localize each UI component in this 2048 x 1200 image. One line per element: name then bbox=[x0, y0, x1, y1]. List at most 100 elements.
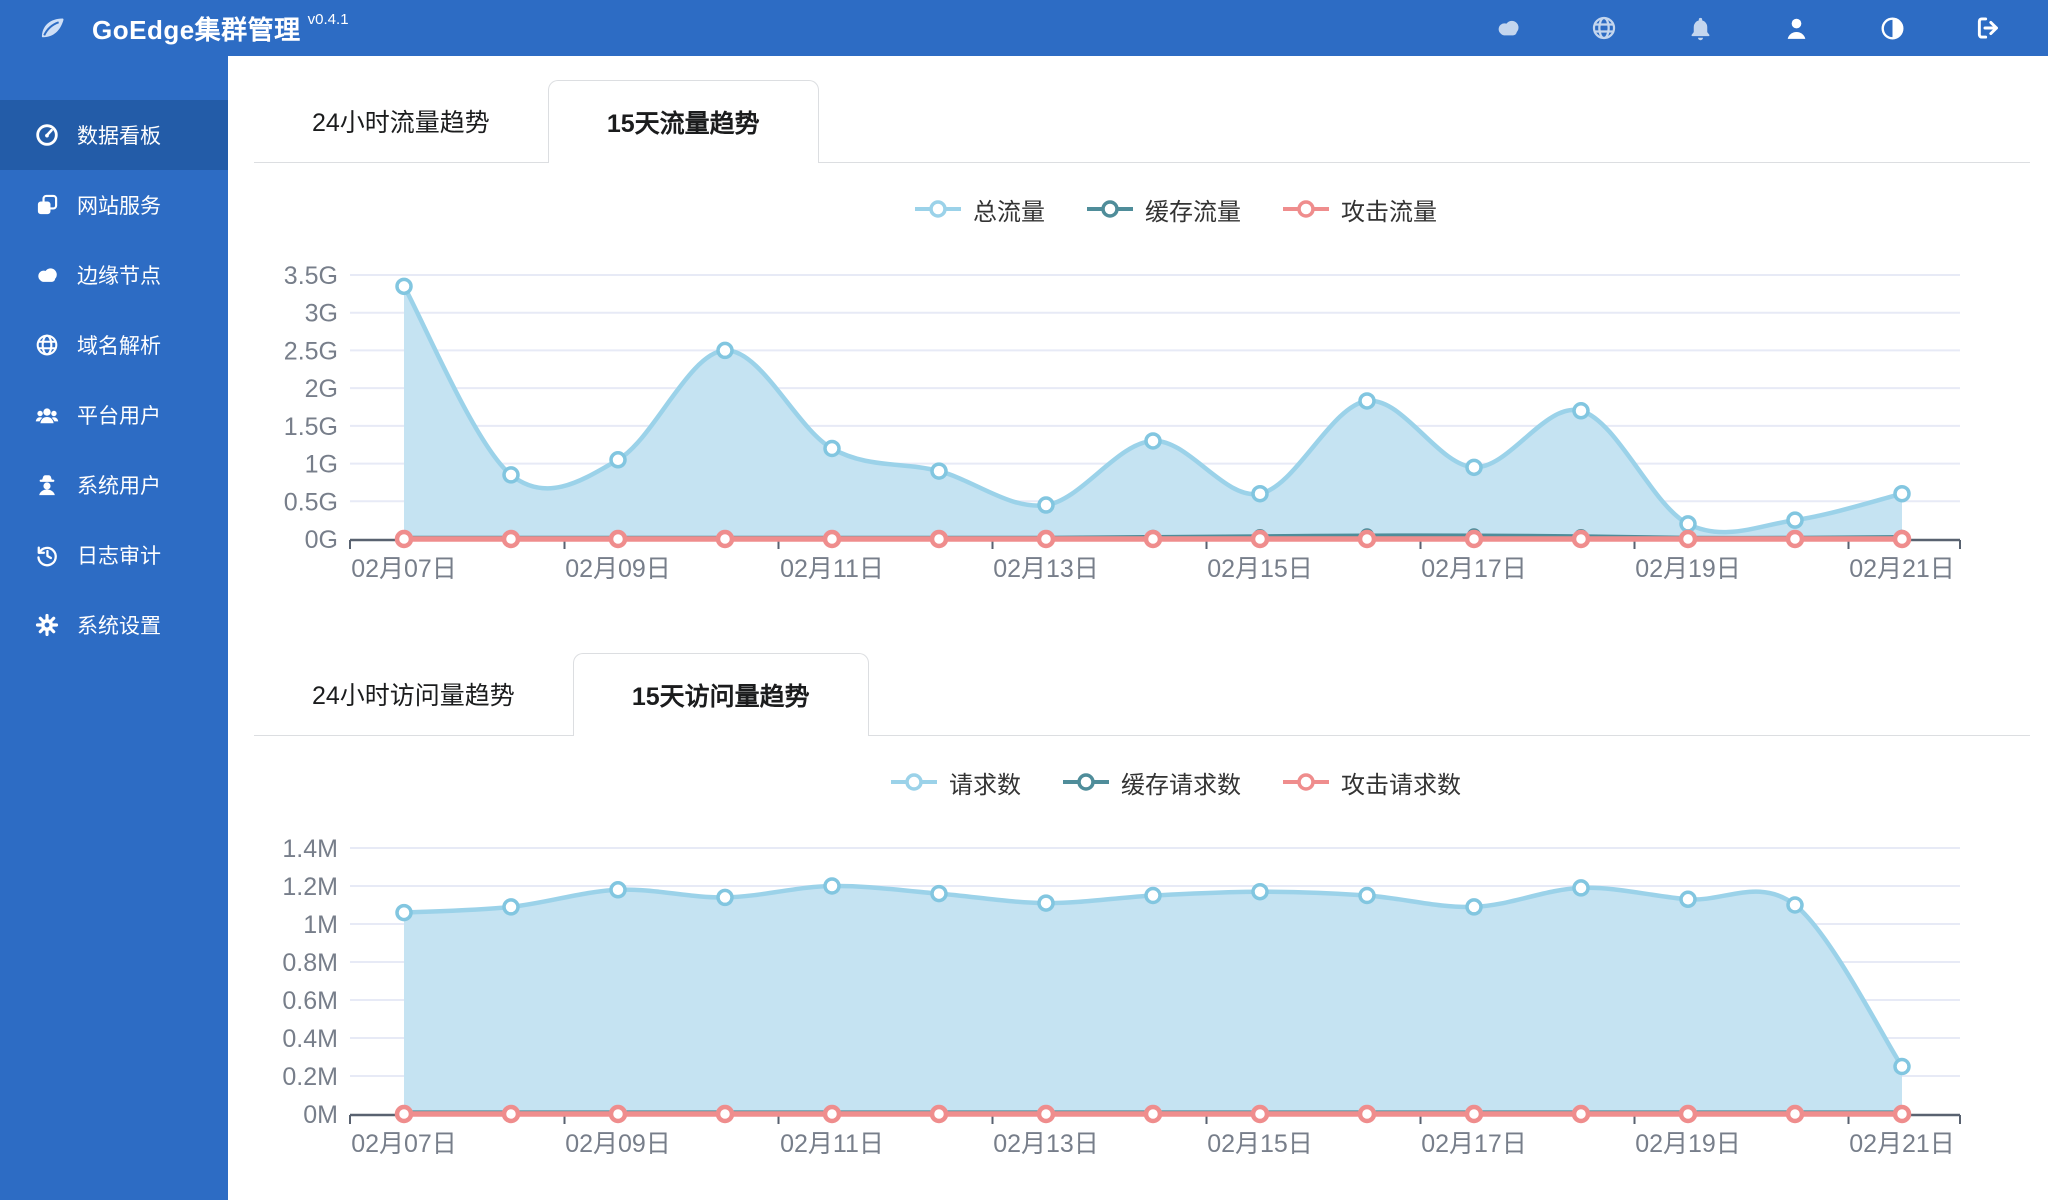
app-title: GoEdge集群管理 bbox=[92, 14, 301, 45]
x-axis-tick-label: 02月07日 bbox=[351, 1130, 457, 1158]
area-fill bbox=[404, 885, 1902, 1114]
sidebar-item-settings[interactable]: 系统设置 bbox=[0, 590, 228, 660]
admin-icon bbox=[34, 472, 60, 498]
sidebar-item-label: 系统用户 bbox=[77, 475, 161, 498]
legend-marker bbox=[1063, 773, 1109, 791]
x-axis-tick-label: 02月11日 bbox=[780, 555, 884, 583]
legend-item-缓存流量[interactable]: 缓存流量 bbox=[1087, 192, 1241, 227]
y-axis-tick-label: 0.4M bbox=[282, 1025, 338, 1053]
y-axis-tick-label: 1.2M bbox=[282, 873, 338, 901]
app-version: v0.4.1 bbox=[307, 10, 349, 28]
legend-marker bbox=[891, 773, 937, 791]
x-axis-tick-label: 02月21日 bbox=[1849, 1130, 1955, 1158]
settings-icon bbox=[34, 612, 60, 638]
sidebar-item-label: 数据看板 bbox=[77, 125, 161, 148]
app-header: GoEdge集群管理 v0.4.1 bbox=[0, 0, 2048, 56]
legend-label: 总流量 bbox=[973, 198, 1045, 226]
app-logo-leaf-icon bbox=[34, 11, 68, 45]
traffic-chart-legend: 总流量 缓存流量 攻击流量 bbox=[304, 189, 2048, 229]
sidebar-item-sites[interactable]: 网站服务 bbox=[0, 170, 228, 240]
sidebar-item-globe[interactable]: 域名解析 bbox=[0, 310, 228, 380]
legend-label: 请求数 bbox=[949, 771, 1021, 799]
main-content: 24小时流量趋势 15天流量趋势 总流量 缓存流量 攻击流量 0G 0.5G 1G 1.5G… bbox=[228, 56, 2048, 1170]
requests-trend-section: 24小时访问量趋势 15天访问量趋势 请求数 缓存请求数 攻击请求数 0M 0.2M 0.… bbox=[228, 653, 2048, 1170]
globe-icon[interactable] bbox=[1590, 14, 1618, 42]
y-axis-tick-label: 1.4M bbox=[282, 835, 338, 863]
traffic-area-chart: 0G 0.5G 1G 1.5G 2G 2.5G 3G 3.5G 02月07日 02月09日 02月1… bbox=[284, 262, 1961, 583]
x-axis-tick-label: 02月15日 bbox=[1207, 555, 1313, 583]
legend-item-缓存请求数[interactable]: 缓存请求数 bbox=[1063, 765, 1241, 800]
x-axis-tick-label: 02月09日 bbox=[565, 555, 671, 583]
legend-label: 攻击流量 bbox=[1341, 198, 1437, 226]
tab-15天流量趋势[interactable]: 15天流量趋势 bbox=[547, 80, 819, 163]
x-axis-tick-label: 02月17日 bbox=[1421, 555, 1527, 583]
legend-marker bbox=[1283, 773, 1329, 791]
x-axis-tick-label: 02月21日 bbox=[1849, 555, 1955, 583]
y-axis-tick-label: 2G bbox=[305, 375, 338, 403]
sidebar-item-users[interactable]: 平台用户 bbox=[0, 380, 228, 450]
x-axis-tick-label: 02月15日 bbox=[1207, 1130, 1313, 1158]
x-axis-tick-label: 02月11日 bbox=[780, 1130, 884, 1158]
contrast-icon[interactable] bbox=[1878, 14, 1906, 42]
y-axis-tick-label: 1M bbox=[303, 911, 338, 939]
y-axis-tick-label: 0.5G bbox=[284, 488, 338, 516]
dashboard-icon bbox=[34, 122, 60, 148]
logout-icon[interactable] bbox=[1974, 14, 2002, 42]
y-axis-tick-label: 0.6M bbox=[282, 987, 338, 1015]
cloud-icon[interactable] bbox=[1494, 14, 1522, 42]
legend-item-攻击流量[interactable]: 攻击流量 bbox=[1283, 192, 1437, 227]
cloud-icon bbox=[34, 262, 60, 288]
x-axis-tick-label: 02月19日 bbox=[1635, 1130, 1741, 1158]
legend-item-总流量[interactable]: 总流量 bbox=[915, 192, 1045, 227]
requests-area-chart: 0M 0.2M 0.4M 0.6M 0.8M 1M 1.2M 1.4M 02月07日 02月09日… bbox=[282, 835, 1961, 1158]
sidebar-item-label: 域名解析 bbox=[77, 335, 161, 358]
legend-marker bbox=[1283, 200, 1329, 218]
requests-tabbar: 24小时访问量趋势 15天访问量趋势 bbox=[254, 653, 2030, 736]
y-axis-tick-label: 1G bbox=[305, 451, 338, 479]
sidebar-item-label: 日志审计 bbox=[77, 545, 161, 568]
legend-label: 缓存请求数 bbox=[1121, 771, 1241, 799]
requests-chart-legend: 请求数 缓存请求数 攻击请求数 bbox=[304, 762, 2048, 802]
user-icon[interactable] bbox=[1782, 14, 1810, 42]
legend-label: 缓存流量 bbox=[1145, 198, 1241, 226]
sidebar-item-label: 平台用户 bbox=[77, 405, 161, 428]
y-axis-tick-label: 0G bbox=[305, 526, 338, 554]
traffic-tabbar: 24小时流量趋势 15天流量趋势 bbox=[254, 80, 2030, 163]
sidebar-item-dashboard[interactable]: 数据看板 bbox=[0, 100, 228, 170]
users-icon bbox=[34, 402, 60, 428]
x-axis-tick-label: 02月19日 bbox=[1635, 555, 1741, 583]
x-axis-tick-label: 02月13日 bbox=[993, 1130, 1099, 1158]
legend-marker bbox=[1087, 200, 1133, 218]
header-icons bbox=[1494, 14, 2002, 42]
y-axis-tick-label: 0.2M bbox=[282, 1063, 338, 1091]
y-axis-tick-label: 3.5G bbox=[284, 262, 338, 290]
x-axis-tick-label: 02月13日 bbox=[993, 555, 1099, 583]
tab-24小时访问量趋势[interactable]: 24小时访问量趋势 bbox=[254, 653, 573, 735]
traffic-trend-section: 24小时流量趋势 15天流量趋势 总流量 缓存流量 攻击流量 0G 0.5G 1G 1.5G… bbox=[228, 80, 2048, 601]
sidebar-item-label: 网站服务 bbox=[77, 195, 161, 218]
x-axis-tick-label: 02月09日 bbox=[565, 1130, 671, 1158]
y-axis-tick-label: 0M bbox=[303, 1101, 338, 1129]
legend-item-攻击请求数[interactable]: 攻击请求数 bbox=[1283, 765, 1461, 800]
sidebar-item-label: 边缘节点 bbox=[77, 265, 161, 288]
y-axis-tick-label: 3G bbox=[305, 300, 338, 328]
sites-icon bbox=[34, 192, 60, 218]
sidebar: 数据看板网站服务边缘节点域名解析平台用户系统用户日志审计系统设置 bbox=[0, 56, 228, 1200]
sidebar-item-cloud[interactable]: 边缘节点 bbox=[0, 240, 228, 310]
y-axis-tick-label: 0.8M bbox=[282, 949, 338, 977]
bell-icon[interactable] bbox=[1686, 14, 1714, 42]
sidebar-item-admin[interactable]: 系统用户 bbox=[0, 450, 228, 520]
sidebar-item-history[interactable]: 日志审计 bbox=[0, 520, 228, 590]
x-axis-tick-label: 02月17日 bbox=[1421, 1130, 1527, 1158]
y-axis-tick-label: 1.5G bbox=[284, 413, 338, 441]
x-axis-tick-label: 02月07日 bbox=[351, 555, 457, 583]
legend-marker bbox=[915, 200, 961, 218]
sidebar-menu: 数据看板网站服务边缘节点域名解析平台用户系统用户日志审计系统设置 bbox=[0, 100, 228, 660]
globe-icon bbox=[34, 332, 60, 358]
legend-label: 攻击请求数 bbox=[1341, 771, 1461, 799]
legend-item-请求数[interactable]: 请求数 bbox=[891, 765, 1021, 800]
tab-24小时流量趋势[interactable]: 24小时流量趋势 bbox=[254, 80, 548, 162]
history-icon bbox=[34, 542, 60, 568]
sidebar-item-label: 系统设置 bbox=[77, 615, 161, 638]
tab-15天访问量趋势[interactable]: 15天访问量趋势 bbox=[572, 653, 869, 736]
